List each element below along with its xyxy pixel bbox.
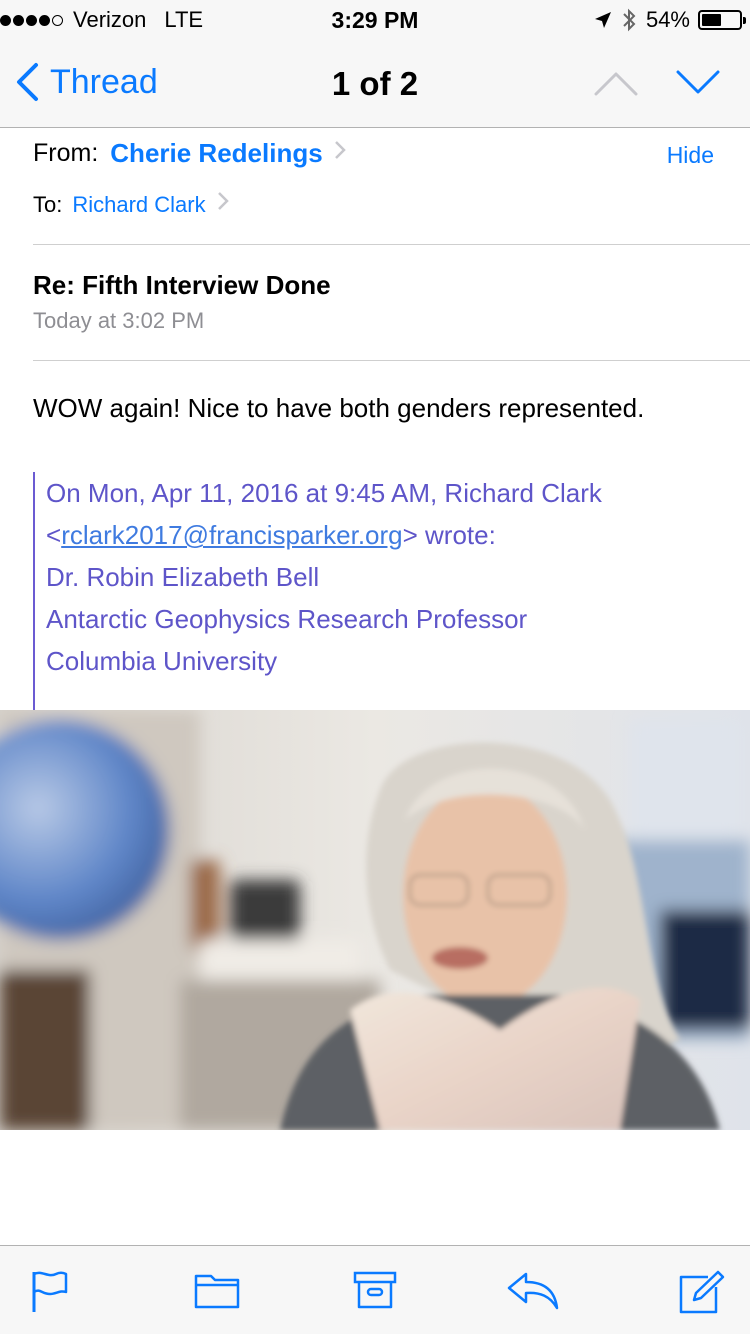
quote-line-name: Dr. Robin Elizabeth Bell [46, 562, 320, 592]
sender-name[interactable]: Cherie Redelings [110, 138, 322, 169]
quote-attribution: On Mon, Apr 11, 2016 at 9:45 AM, Richard… [46, 478, 602, 508]
to-row: To: Richard Clark [33, 190, 230, 219]
email-link[interactable]: rclark2017@francisparker.org [61, 520, 402, 550]
chevron-right-icon [216, 190, 230, 219]
flag-button[interactable] [30, 1270, 70, 1319]
status-right: 54% [594, 7, 746, 33]
compose-button[interactable] [678, 1270, 726, 1321]
quote-line-university: Columbia University [46, 646, 278, 676]
flag-icon [32, 1271, 68, 1312]
quoted-message: On Mon, Apr 11, 2016 at 9:45 AM, Richard… [33, 472, 723, 710]
chevron-right-icon [333, 139, 347, 168]
location-arrow-icon [594, 11, 612, 29]
bluetooth-icon [622, 8, 636, 32]
chevron-down-icon [676, 70, 720, 94]
folder-icon [194, 1274, 240, 1309]
message-body: WOW again! Nice to have both genders rep… [33, 393, 645, 423]
compose-icon [679, 1270, 725, 1314]
archive-icon [353, 1271, 397, 1309]
nav-bar: Thread 1 of 2 [0, 40, 750, 128]
previous-message-button[interactable] [594, 68, 638, 103]
message-date: Today at 3:02 PM [33, 308, 205, 333]
attached-photo[interactable] [0, 710, 750, 1130]
move-to-folder-button[interactable] [193, 1270, 241, 1315]
quote-bracket-open: < [46, 520, 62, 550]
quote-line-title: Antarctic Geophysics Research Professor [46, 604, 528, 634]
archive-button[interactable] [353, 1270, 397, 1315]
divider [33, 244, 750, 245]
next-message-button[interactable] [676, 68, 720, 103]
battery-fill [702, 14, 722, 26]
from-label: From: [33, 139, 99, 167]
from-row: From: Cherie Redelings [33, 138, 347, 169]
hide-details-button[interactable]: Hide [667, 142, 714, 169]
quote-wrote: > wrote: [402, 520, 496, 550]
reply-button[interactable] [506, 1270, 560, 1315]
message-subject: Re: Fifth Interview Done [33, 270, 331, 300]
message-toolbar [0, 1245, 750, 1334]
status-bar: Verizon LTE 3:29 PM 54% [0, 0, 750, 40]
chevron-up-icon [594, 72, 638, 96]
battery-percent: 54% [645, 7, 690, 32]
recipient-name[interactable]: Richard Clark [72, 192, 205, 218]
to-label: To: [33, 191, 63, 217]
reply-icon [507, 1272, 559, 1310]
divider [33, 360, 750, 361]
quote-email-line: <rclark2017@francisparker.org> wrote: [46, 514, 723, 556]
battery-icon [698, 10, 746, 30]
